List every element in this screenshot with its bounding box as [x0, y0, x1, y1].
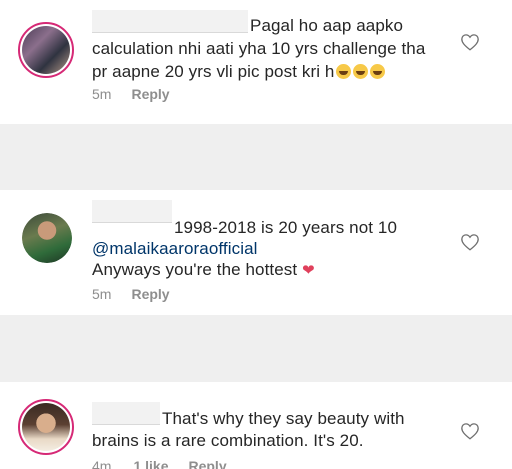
comment-text-line: pr aapne 20 yrs vli pic post kri h [92, 61, 386, 83]
comment-text-line: Anyways you're the hottest ❤ [92, 260, 315, 279]
like-heart-icon[interactable] [460, 233, 480, 251]
comment-card: 1998-2018 is 20 years not 10 @malaikaaro… [0, 190, 512, 315]
profile-photo [22, 213, 72, 263]
reply-button[interactable]: Reply [131, 286, 169, 302]
laughing-with-tears-icon [336, 64, 352, 79]
red-heart-icon: ❤ [302, 262, 315, 279]
likes-count[interactable]: 1 like [133, 458, 168, 469]
comment-text-line: That's why they say beauty with [162, 409, 405, 428]
mention-link[interactable]: @malaikaaroraofficial [92, 238, 258, 260]
avatar[interactable] [18, 399, 74, 455]
comment-time: 4m [92, 458, 112, 469]
comment-text-line: 1998-2018 is 20 years not 10 [174, 218, 398, 237]
comment-text-line: Pagal ho aap aapko [250, 16, 404, 35]
comment-text-line: calculation nhi aati yha 10 yrs challeng… [92, 39, 426, 58]
username-redacted [92, 10, 248, 33]
comment-time: 5m [92, 86, 112, 102]
reply-button[interactable]: Reply [188, 458, 226, 469]
avatar[interactable] [18, 22, 74, 78]
profile-photo [22, 26, 70, 74]
comment-text-line: brains is a rare combination. It's 20. [92, 431, 364, 450]
laughing-with-tears-icon [353, 64, 369, 79]
comment-meta: 4m 1 like Reply [92, 458, 227, 469]
avatar[interactable] [22, 213, 72, 263]
username-redacted [92, 200, 172, 223]
comment-meta: 5m Reply [92, 286, 170, 302]
comment-time: 5m [92, 286, 112, 302]
profile-photo [22, 403, 70, 451]
comment-meta: 5m Reply [92, 86, 170, 102]
laughing-with-tears-icon [370, 64, 386, 79]
reply-button[interactable]: Reply [131, 86, 169, 102]
comment-card: Pagal ho aap aapko calculation nhi aati … [0, 0, 512, 124]
like-heart-icon[interactable] [460, 33, 480, 51]
comment-card: That's why they say beauty with brains i… [0, 382, 512, 469]
like-heart-icon[interactable] [460, 422, 480, 440]
username-redacted [92, 402, 160, 425]
